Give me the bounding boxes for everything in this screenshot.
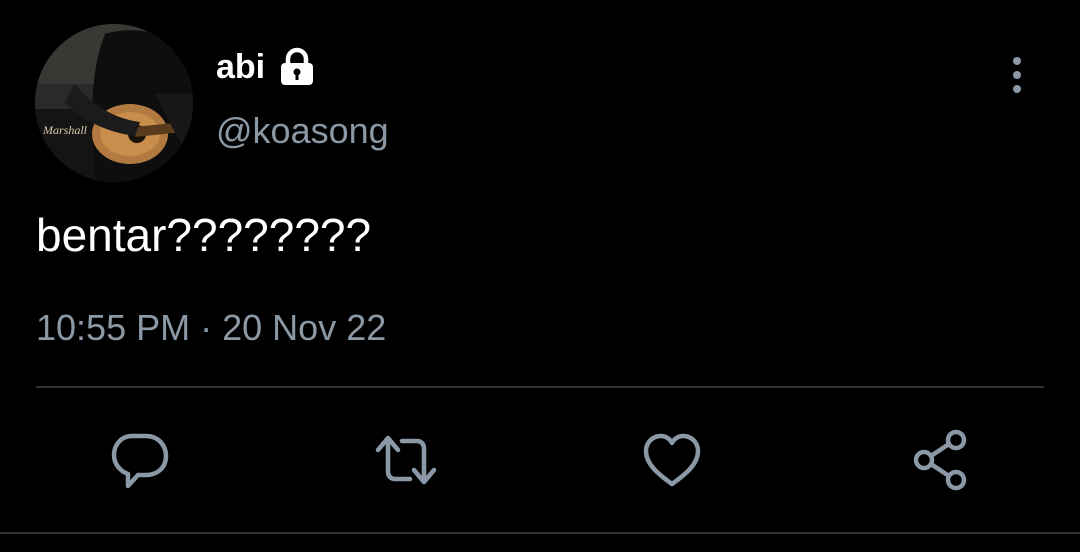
avatar-image: Marshall (35, 24, 193, 182)
divider (36, 386, 1044, 388)
tweet-date[interactable]: 20 Nov 22 (222, 307, 386, 348)
user-handle[interactable]: @koasong (216, 108, 389, 154)
reply-button[interactable] (108, 428, 172, 492)
tweet-time[interactable]: 10:55 PM (36, 307, 190, 348)
like-button[interactable] (640, 428, 704, 492)
avatar[interactable]: Marshall (35, 24, 193, 182)
bottom-divider (0, 532, 1080, 534)
tweet-timestamp: 10:55 PM · 20 Nov 22 (36, 306, 386, 350)
avatar-amp-logo: Marshall (42, 123, 88, 137)
author-name-row: abi (216, 44, 319, 90)
tweet-text: bentar???????? (36, 209, 372, 261)
lock-icon (275, 45, 319, 89)
share-icon (913, 429, 967, 491)
meta-separator: · (200, 307, 213, 348)
display-name[interactable]: abi (216, 44, 265, 90)
retweet-button[interactable] (374, 428, 438, 492)
retweet-icon (375, 435, 437, 485)
share-button[interactable] (908, 428, 972, 492)
heart-icon (643, 433, 701, 487)
reply-icon (111, 433, 169, 489)
more-vertical-icon[interactable] (1000, 52, 1034, 98)
